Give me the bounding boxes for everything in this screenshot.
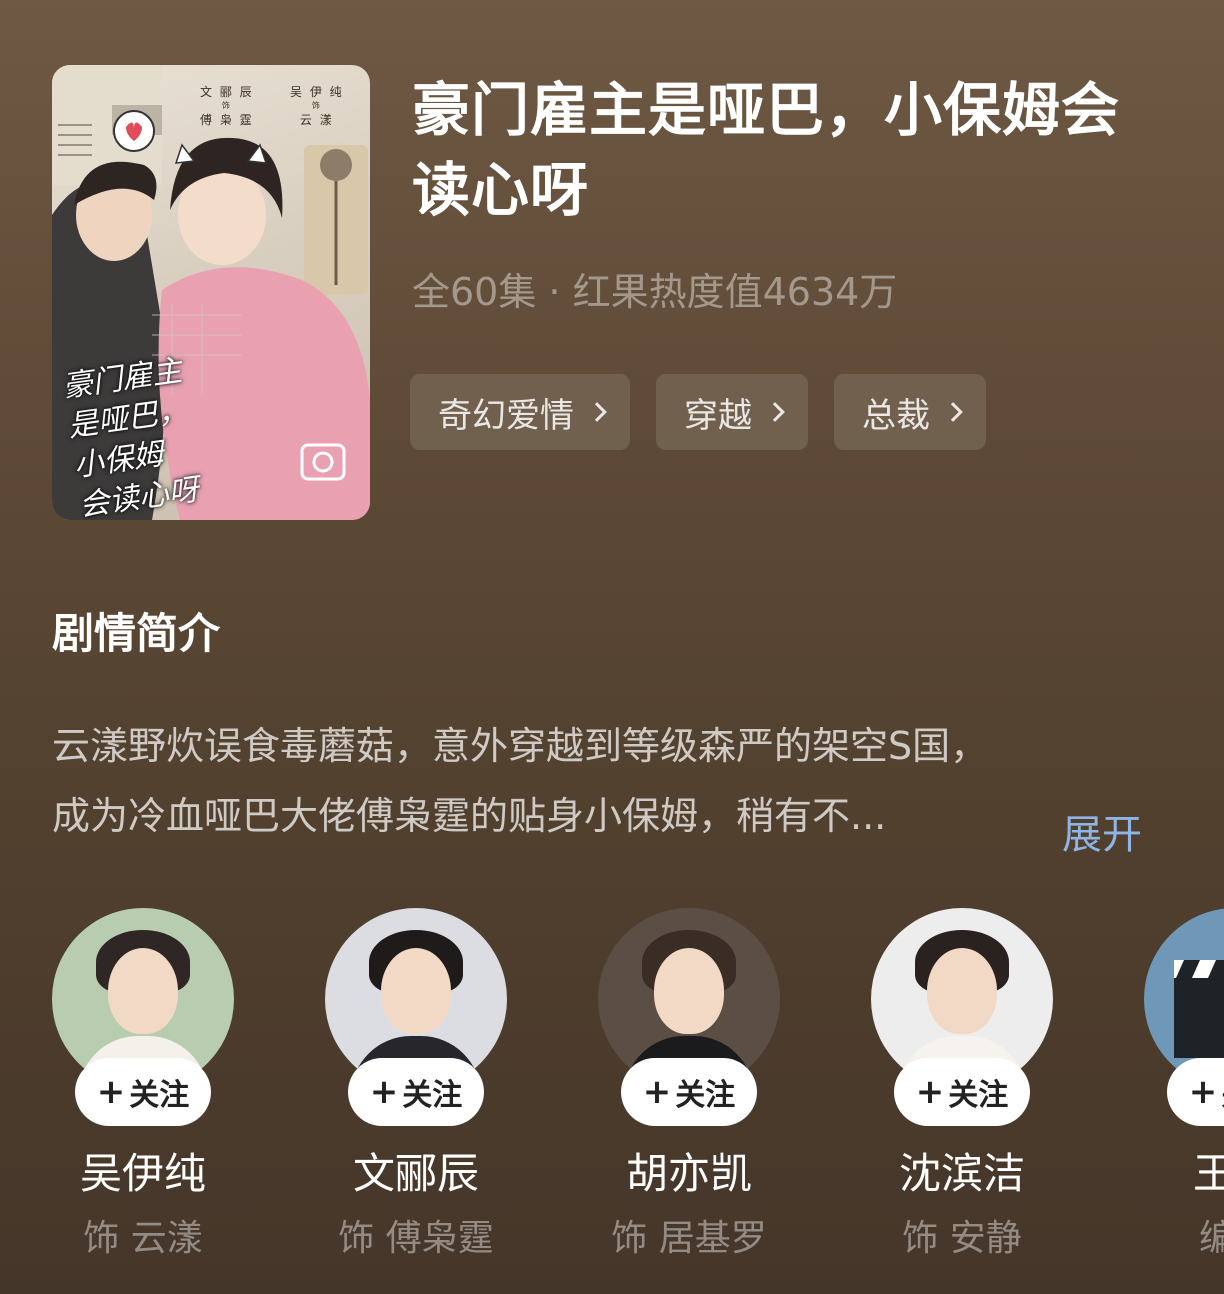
cast-member[interactable]: + 关注 沈滨洁 饰 安静 [871, 908, 1053, 1268]
cast-name: 王洌 [1192, 1149, 1224, 1198]
follow-button[interactable]: + 关注 [894, 1058, 1030, 1126]
tag-ceo[interactable]: 总裁 [834, 374, 986, 450]
avatar-face [654, 948, 724, 1034]
plus-icon: + [642, 1072, 672, 1112]
chevron-right-icon [943, 402, 963, 422]
poster-credit-right: 吴 伊 纯 饰 云 漾 [290, 83, 344, 129]
cast-list: + 关注 吴伊纯 饰 云漾 + 关注 文郦辰 饰 傅枭霆 + 关注 胡亦凯 饰 … [52, 908, 1224, 1268]
cast-role: 饰 安静 [902, 1218, 1022, 1259]
plus-icon: + [1188, 1072, 1218, 1112]
synopsis-line: 云漾野炊误食毒蘑菇，意外穿越到等级森严的架空S国， [52, 724, 989, 768]
follow-button[interactable]: + 关注 [1167, 1058, 1224, 1126]
follow-label: 关注 [402, 1078, 463, 1113]
chevron-right-icon [765, 402, 785, 422]
tag-time-travel[interactable]: 穿越 [656, 374, 808, 450]
poster-credit-right-actor: 吴 伊 纯 [290, 85, 344, 99]
synopsis-heading: 剧情简介 [52, 609, 221, 658]
chevron-right-icon [587, 402, 607, 422]
cast-name: 胡亦凯 [625, 1149, 752, 1198]
avatar-face [927, 948, 997, 1034]
cast-role: 饰 居基罗 [611, 1218, 767, 1259]
poster-credit-left-role: 傅 枭 霆 [200, 113, 254, 127]
cast-role: 编剧 [1198, 1218, 1224, 1259]
poster-handwritten-title: 豪门雇主 是哑巴， 小保姆 会读心呀 [60, 333, 330, 520]
genre-tags: 奇幻爱情 穿越 总裁 [410, 374, 986, 450]
cast-role: 饰 傅枭霆 [338, 1218, 494, 1259]
poster-credit-left-prefix: 饰 [221, 101, 232, 110]
cast-member[interactable]: + 关注 文郦辰 饰 傅枭霆 [325, 908, 507, 1268]
follow-button[interactable]: + 关注 [621, 1058, 757, 1126]
cast-member[interactable]: + 关注 吴伊纯 饰 云漾 [52, 908, 234, 1268]
poster-credit-left-actor: 文 郦 辰 [200, 85, 254, 99]
cast-name: 沈滨洁 [898, 1149, 1025, 1198]
tag-fantasy-romance[interactable]: 奇幻爱情 [410, 374, 630, 450]
cast-name: 吴伊纯 [79, 1149, 206, 1198]
cast-name: 文郦辰 [352, 1149, 479, 1198]
cast-role: 饰 云漾 [83, 1218, 203, 1259]
plus-icon: + [96, 1072, 126, 1112]
plus-icon: + [915, 1072, 945, 1112]
synopsis-line: 成为冷血哑巴大佬傅枭霆的贴身小保姆，稍有不... [52, 794, 887, 838]
poster-credit-right-role: 云 漾 [299, 113, 334, 127]
synopsis-text: 云漾野炊误食毒蘑菇，意外穿越到等级森严的架空S国， 成为冷血哑巴大佬傅枭霆的贴身… [52, 716, 1162, 858]
expand-synopsis-button[interactable]: 展开 [1062, 802, 1142, 860]
poster-credit-left: 文 郦 辰 饰 傅 枭 霆 [200, 83, 254, 129]
poster-credit-right-prefix: 饰 [311, 101, 322, 110]
avatar-face [108, 948, 178, 1034]
show-title: 豪门雇主是哑巴，小保姆会读心呀 [412, 76, 1121, 224]
tag-label: 总裁 [862, 395, 930, 436]
tag-label: 穿越 [684, 395, 752, 436]
follow-button[interactable]: + 关注 [75, 1058, 211, 1126]
show-meta: 全60集 · 红果热度值4634万 [412, 270, 898, 314]
cast-member[interactable]: + 关注 王洌 编剧 [1144, 908, 1224, 1268]
cast-member[interactable]: + 关注 胡亦凯 饰 居基罗 [598, 908, 780, 1268]
poster-image[interactable]: 文 郦 辰 饰 傅 枭 霆 吴 伊 纯 饰 云 漾 豪门雇主 是哑巴， 小保姆 … [52, 65, 370, 520]
follow-label: 关注 [948, 1078, 1009, 1113]
tag-label: 奇幻爱情 [438, 395, 574, 436]
follow-label: 关注 [129, 1078, 190, 1113]
follow-label: 关注 [675, 1078, 736, 1113]
follow-button[interactable]: + 关注 [348, 1058, 484, 1126]
avatar-face [381, 948, 451, 1034]
plus-icon: + [369, 1072, 399, 1112]
